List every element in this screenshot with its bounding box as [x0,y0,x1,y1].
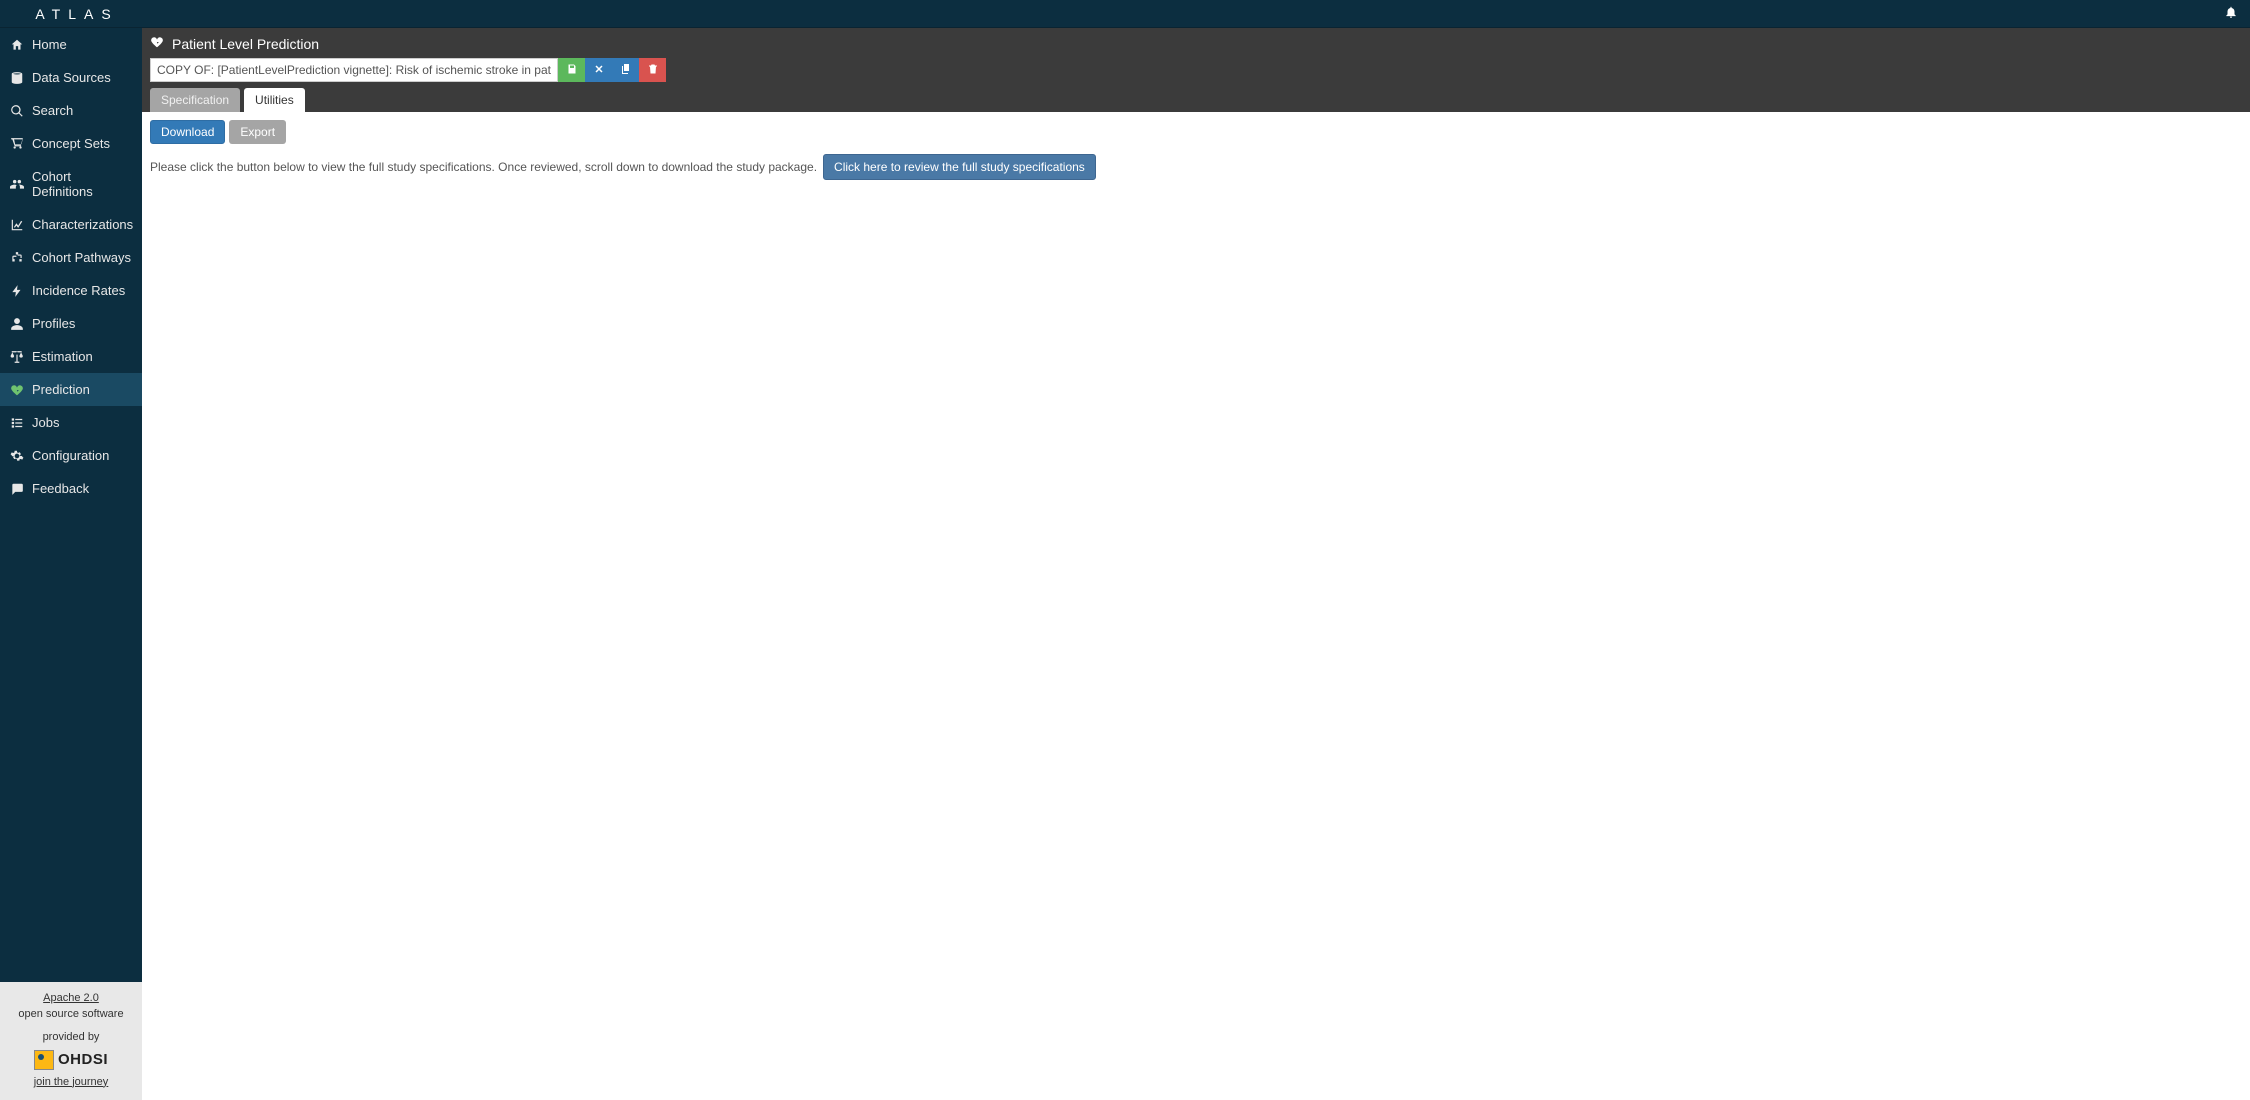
delete-button[interactable] [639,58,666,82]
comment-icon [10,482,24,496]
sidebar-item-label: Configuration [32,448,109,463]
name-row [150,58,2242,82]
ohdsi-logo-text: OHDSI [58,1049,108,1072]
trash-icon [647,63,659,78]
sidebar-item-label: Characterizations [32,217,133,232]
sidebar-item-label: Profiles [32,316,75,331]
sidebar-item-label: Prediction [32,382,90,397]
close-icon [593,63,605,78]
subtab-download[interactable]: Download [150,120,225,144]
sidebar-item-label: Cohort Pathways [32,250,131,265]
sidebar-item-label: Estimation [32,349,93,364]
sidebar-item-search[interactable]: Search [0,94,142,127]
sidebar-item-jobs[interactable]: Jobs [0,406,142,439]
cogs-icon [10,449,24,463]
sidebar: Home Data Sources Search Concept Sets Co [0,28,142,1100]
sitemap-icon [10,251,24,265]
tab-specification[interactable]: Specification [150,88,240,112]
tab-utilities[interactable]: Utilities [244,88,305,112]
brand-logo[interactable]: ATLAS [12,6,142,22]
notifications-icon[interactable] [2224,5,2238,22]
subtab-export[interactable]: Export [229,120,286,144]
sidebar-item-label: Data Sources [32,70,111,85]
ohdsi-logo[interactable]: OHDSI [4,1049,138,1072]
cart-icon [10,137,24,151]
sidebar-item-characterizations[interactable]: Characterizations [0,208,142,241]
instruction-text: Please click the button below to view th… [150,160,817,174]
sidebar-item-label: Cohort Definitions [32,169,132,199]
sidebar-item-home[interactable]: Home [0,28,142,61]
sidebar-item-label: Concept Sets [32,136,110,151]
instruction-row: Please click the button below to view th… [150,154,2242,180]
sidebar-footer: Apache 2.0 open source software provided… [0,982,142,1100]
sidebar-item-incidence-rates[interactable]: Incidence Rates [0,274,142,307]
sidebar-item-cohort-pathways[interactable]: Cohort Pathways [0,241,142,274]
join-journey-link[interactable]: join the journey [34,1076,109,1088]
user-icon [10,317,24,331]
sidebar-item-label: Feedback [32,481,89,496]
copy-button[interactable] [612,58,639,82]
save-button[interactable] [558,58,585,82]
save-icon [566,63,578,78]
content: Download Export Please click the button … [142,112,2250,1100]
sidebar-item-label: Jobs [32,415,59,430]
page-header: Patient Level Prediction [142,28,2250,112]
sidebar-item-estimation[interactable]: Estimation [0,340,142,373]
main: Patient Level Prediction [142,28,2250,1100]
sidebar-item-feedback[interactable]: Feedback [0,472,142,505]
sidebar-item-prediction[interactable]: Prediction [0,373,142,406]
page-title: Patient Level Prediction [172,36,319,52]
home-icon [10,38,24,52]
prediction-name-input[interactable] [150,58,558,82]
bolt-icon [10,284,24,298]
sidebar-item-concept-sets[interactable]: Concept Sets [0,127,142,160]
close-button[interactable] [585,58,612,82]
heartbeat-icon [150,35,164,52]
sidebar-item-label: Home [32,37,67,52]
linechart-icon [10,218,24,232]
utilities-subtabs: Download Export [150,120,2242,144]
ohdsi-mark-icon [34,1050,54,1070]
sidebar-item-label: Search [32,103,73,118]
license-link[interactable]: Apache 2.0 [43,992,99,1004]
nav: Home Data Sources Search Concept Sets Co [0,28,142,982]
sidebar-item-profiles[interactable]: Profiles [0,307,142,340]
sidebar-item-label: Incidence Rates [32,283,125,298]
heartbeat-icon [10,383,24,397]
tasks-icon [10,416,24,430]
topbar: ATLAS [0,0,2250,28]
database-icon [10,71,24,85]
sidebar-item-configuration[interactable]: Configuration [0,439,142,472]
provided-by-text: provided by [4,1029,138,1046]
review-specifications-button[interactable]: Click here to review the full study spec… [823,154,1096,180]
copy-icon [620,63,632,78]
license-subtext: open source software [4,1006,138,1023]
top-tabs: Specification Utilities [150,88,2242,112]
search-icon [10,104,24,118]
page-title-row: Patient Level Prediction [150,32,2242,58]
users-icon [10,177,24,191]
balance-icon [10,350,24,364]
sidebar-item-cohort-definitions[interactable]: Cohort Definitions [0,160,142,208]
sidebar-item-data-sources[interactable]: Data Sources [0,61,142,94]
